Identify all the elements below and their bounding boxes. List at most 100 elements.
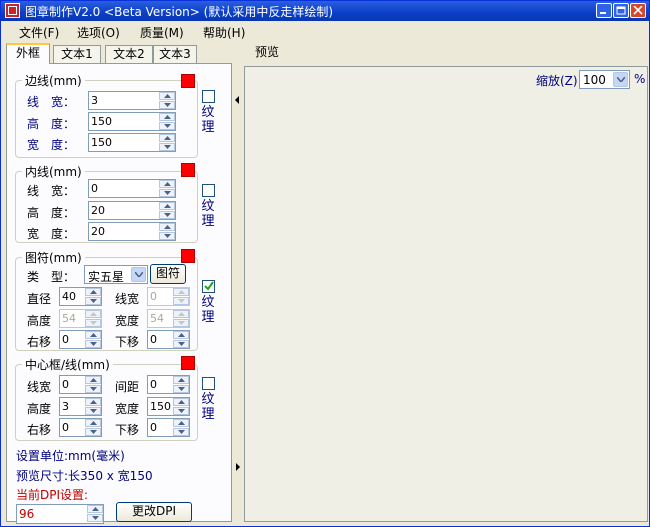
center-texture-checkbox[interactable] (202, 377, 215, 390)
symbol-right-spinner[interactable]: 0 (59, 330, 102, 349)
minimize-button[interactable] (596, 3, 612, 18)
menu-file[interactable]: 文件(F) (19, 24, 59, 41)
center-gap-spinner[interactable]: 0 (147, 375, 190, 394)
tab-text2[interactable]: 文本2 (105, 45, 153, 63)
border-width-label: 宽 度： (27, 138, 76, 152)
spin-up-arrow-icon[interactable] (85, 419, 101, 427)
center-gap-value: 0 (150, 378, 157, 391)
tab-outer[interactable]: 外框 (6, 43, 50, 64)
symbol-width-value: 54 (150, 312, 164, 325)
menu-options[interactable]: 选项(O) (77, 24, 120, 41)
spin-up-arrow-icon[interactable] (87, 505, 103, 513)
inner-legend: 内线(mm) (25, 165, 82, 179)
border-color-swatch[interactable] (181, 74, 195, 88)
maximize-button[interactable] (613, 3, 629, 18)
center-width-value: 150 (150, 400, 171, 413)
preview-canvas[interactable]: 缩放(Z) 100 % (244, 66, 648, 522)
spin-down-arrow-icon[interactable] (85, 428, 101, 436)
inner-height-spinner[interactable]: 20 (88, 201, 176, 220)
spin-down-arrow-icon[interactable] (85, 340, 101, 348)
close-button[interactable] (630, 3, 646, 18)
spin-up-arrow-icon[interactable] (159, 180, 175, 188)
tab-text3[interactable]: 文本3 (153, 45, 197, 63)
symbol-texture-checkbox[interactable] (202, 280, 215, 293)
dropdown-arrow-icon[interactable] (613, 72, 628, 87)
spin-down-arrow-icon[interactable] (159, 101, 175, 109)
border-height-spinner[interactable]: 150 (88, 112, 176, 131)
preview-area: 预览 缩放(Z) 100 % (244, 43, 648, 522)
border-width-spinner[interactable]: 150 (88, 133, 176, 152)
inner-color-swatch[interactable] (181, 163, 195, 177)
dpi-spinner[interactable]: 96 (16, 504, 104, 524)
change-dpi-button[interactable]: 更改DPI (116, 502, 192, 522)
symbol-width-spinner[interactable]: 54 (147, 309, 190, 328)
spin-up-arrow-icon[interactable] (173, 288, 189, 296)
menu-help[interactable]: 帮助(H) (203, 24, 245, 41)
inner-width-spinner[interactable]: 20 (88, 222, 176, 241)
center-width-spinner[interactable]: 150 (147, 397, 190, 416)
spin-up-arrow-icon[interactable] (85, 288, 101, 296)
zoom-value: 100 (583, 73, 606, 87)
border-texture-checkbox[interactable] (202, 90, 215, 103)
symbol-height-spinner[interactable]: 54 (59, 309, 102, 328)
spin-down-arrow-icon[interactable] (85, 319, 101, 327)
spin-down-arrow-icon[interactable] (173, 340, 189, 348)
spin-up-arrow-icon[interactable] (173, 310, 189, 318)
spin-up-arrow-icon[interactable] (159, 202, 175, 210)
symbol-color-swatch[interactable] (181, 249, 195, 263)
spin-down-arrow-icon[interactable] (173, 319, 189, 327)
border-line-spinner[interactable]: 3 (88, 91, 176, 110)
dropdown-arrow-icon[interactable] (131, 267, 146, 282)
spin-up-arrow-icon[interactable] (85, 398, 101, 406)
spin-up-arrow-icon[interactable] (85, 376, 101, 384)
spin-down-arrow-icon[interactable] (85, 385, 101, 393)
center-color-swatch[interactable] (181, 356, 195, 370)
center-down-spinner[interactable]: 0 (147, 418, 190, 437)
symbol-down-spinner[interactable]: 0 (147, 330, 190, 349)
symbol-button[interactable]: 图符 (150, 264, 186, 284)
title-bar[interactable]: 图章制作V2.0 <Beta Version> (默认采用中反走样绘制) (1, 1, 649, 21)
spin-up-arrow-icon[interactable] (159, 92, 175, 100)
spin-up-arrow-icon[interactable] (173, 419, 189, 427)
spin-up-arrow-icon[interactable] (173, 376, 189, 384)
symbol-line-spinner[interactable]: 0 (147, 287, 190, 306)
settings-panel: 边线(mm) 线 宽： 3 高 度： 150 宽 度： 150 纹理 内线(mm… (6, 63, 232, 524)
spin-up-arrow-icon[interactable] (173, 398, 189, 406)
spin-up-arrow-icon[interactable] (85, 310, 101, 318)
minimize-icon (600, 12, 606, 14)
center-height-spinner[interactable]: 3 (59, 397, 102, 416)
collapse-left-arrow-icon[interactable] (233, 93, 242, 107)
spin-down-arrow-icon[interactable] (173, 297, 189, 305)
symbol-diameter-spinner[interactable]: 40 (59, 287, 102, 306)
panel-splitter[interactable] (233, 43, 242, 522)
spin-down-arrow-icon[interactable] (173, 407, 189, 415)
spin-down-arrow-icon[interactable] (159, 189, 175, 197)
inner-line-spinner[interactable]: 0 (88, 179, 176, 198)
spin-down-arrow-icon[interactable] (85, 407, 101, 415)
spin-up-arrow-icon[interactable] (159, 223, 175, 231)
spin-down-arrow-icon[interactable] (159, 211, 175, 219)
preview-label: 预览 (255, 45, 280, 59)
spin-down-arrow-icon[interactable] (159, 232, 175, 240)
spin-up-arrow-icon[interactable] (85, 331, 101, 339)
expand-right-arrow-icon[interactable] (233, 460, 242, 474)
zoom-select[interactable]: 100 (579, 70, 630, 89)
center-line-spinner[interactable]: 0 (59, 375, 102, 394)
inner-texture-checkbox[interactable] (202, 184, 215, 197)
spin-up-arrow-icon[interactable] (173, 331, 189, 339)
center-right-spinner[interactable]: 0 (59, 418, 102, 437)
spin-down-arrow-icon[interactable] (159, 143, 175, 151)
symbol-line-label: 线宽 (115, 292, 140, 306)
spin-down-arrow-icon[interactable] (173, 385, 189, 393)
spin-down-arrow-icon[interactable] (85, 297, 101, 305)
spin-down-arrow-icon[interactable] (87, 514, 103, 522)
symbol-type-select[interactable]: 实五星 (84, 265, 148, 284)
menu-quality[interactable]: 质量(M) (140, 24, 184, 41)
spin-down-arrow-icon[interactable] (173, 428, 189, 436)
spin-down-arrow-icon[interactable] (159, 122, 175, 130)
symbol-diameter-label: 直径 (27, 292, 52, 306)
border-line-value: 3 (91, 94, 98, 107)
spin-up-arrow-icon[interactable] (159, 113, 175, 121)
spin-up-arrow-icon[interactable] (159, 134, 175, 142)
tab-text1[interactable]: 文本1 (53, 45, 101, 63)
